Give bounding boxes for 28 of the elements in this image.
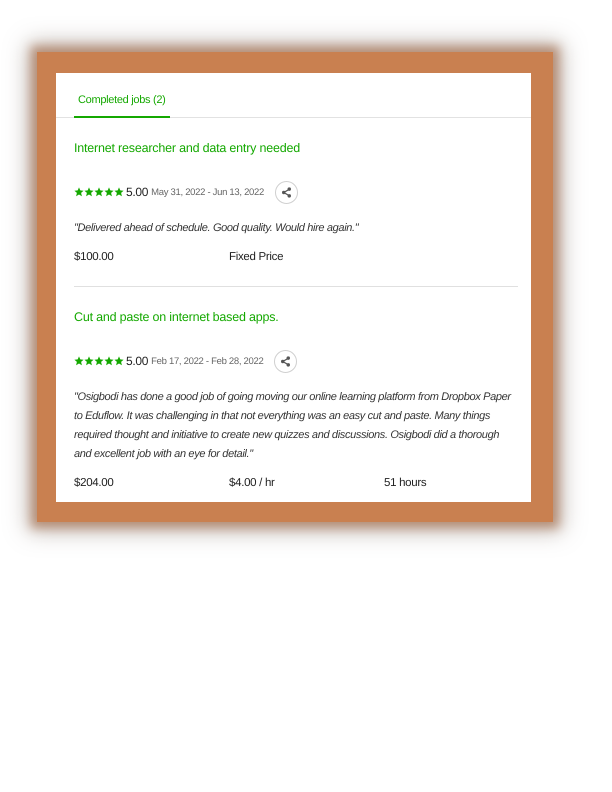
star-icon	[104, 356, 114, 366]
hours-text: 51 hours	[384, 476, 426, 491]
job-title-link[interactable]: Cut and paste on internet based apps.	[74, 310, 279, 325]
star-icon	[74, 187, 84, 197]
feedback-text: "Osigbodi has done a good job of going moving our online learning platform from Dropbox Paper to Eduflow. It was challenging in that not everything was an easy cut and paste. Many things required thought and initiative to create new quizzes and discussions. Osigbodi did a thorough and excellent job with an eye for detail."	[74, 390, 512, 462]
star-icon	[74, 356, 84, 366]
star-icon	[114, 356, 124, 366]
date-range: May 31, 2022 - Jun 13, 2022	[151, 186, 264, 198]
rating-value: 5.00	[126, 185, 148, 199]
share-button[interactable]	[275, 180, 298, 204]
star-icon	[114, 187, 124, 197]
earned-amount: $204.00	[74, 476, 114, 491]
feedback-text: "Delivered ahead of schedule. Good quality. Would hire again."	[74, 221, 360, 236]
star-icon	[94, 187, 104, 197]
date-range: Feb 17, 2022 - Feb 28, 2022	[151, 356, 264, 366]
share-icon	[281, 186, 292, 198]
tab[interactable]: Completed jobs (2)	[74, 73, 170, 118]
rating-value: 5.00	[126, 354, 148, 368]
rate-text: $4.00 / hr	[229, 476, 275, 491]
star-icon	[104, 187, 114, 197]
earned-amount: $100.00	[74, 250, 114, 265]
star-icon	[84, 356, 94, 366]
share-icon	[280, 356, 292, 366]
star-icon	[84, 187, 94, 197]
rate-text: Fixed Price	[229, 250, 284, 265]
job-title-link[interactable]: Internet researcher and data entry needed	[74, 141, 300, 156]
share-button[interactable]	[274, 350, 298, 372]
star-icon	[94, 356, 104, 366]
